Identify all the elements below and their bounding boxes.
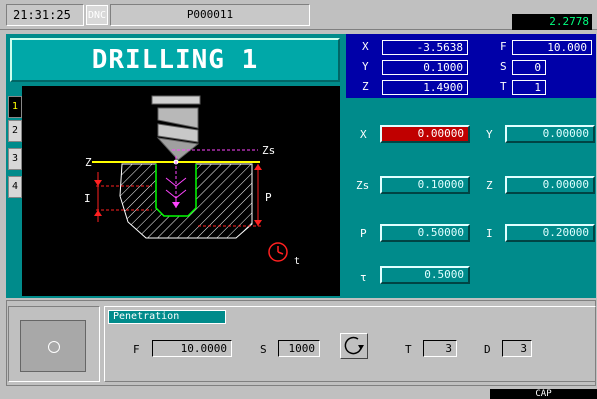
param-p-label: P [360, 227, 367, 240]
coord-x-label: X [362, 40, 369, 53]
graphic-z-label: Z [85, 156, 92, 169]
tab-4[interactable]: 4 [8, 176, 22, 198]
circle-icon [48, 341, 60, 353]
tab-3[interactable]: 3 [8, 148, 22, 170]
dwell-clock-icon [268, 242, 288, 262]
param-x-label: X [360, 128, 367, 141]
param-y-label: Y [486, 128, 493, 141]
coord-x-value: -3.5638 [382, 40, 468, 55]
dnc-badge: DNC [86, 5, 108, 25]
cycle-title: DRILLING 1 [10, 38, 340, 82]
coord-s-value: 0 [512, 60, 546, 75]
coord-t-value: 1 [512, 80, 546, 95]
rotation-arrow-icon [344, 336, 364, 355]
coord-z-value: 1.4900 [382, 80, 468, 95]
drilling-diagram [92, 95, 288, 262]
param-x-field[interactable]: 0.00000 [380, 125, 470, 143]
bottom-s-field[interactable]: 1000 [278, 340, 320, 357]
graphic-i-label: I [84, 192, 91, 205]
bottom-s-label: S [260, 343, 267, 356]
bottom-f-field[interactable]: 10.0000 [152, 340, 232, 357]
bottom-d-label: D [484, 343, 491, 356]
param-tau-field[interactable]: 0.5000 [380, 266, 470, 284]
param-i-label: I [486, 227, 493, 240]
bottom-d-field[interactable]: 3 [502, 340, 532, 357]
coord-y-label: Y [362, 60, 369, 73]
tab-1[interactable]: 1 [8, 96, 22, 118]
penetration-label: Penetration [108, 310, 226, 324]
program-number: P000011 [110, 4, 310, 26]
param-y-field[interactable]: 0.00000 [505, 125, 595, 143]
coord-s-label: S [500, 60, 507, 73]
bottom-f-label: F [133, 343, 140, 356]
coord-t-label: T [500, 80, 507, 93]
graphic-p-label: P [265, 191, 272, 204]
graphic-zs-label: Zs [262, 144, 276, 157]
tab-2[interactable]: 2 [8, 120, 22, 142]
param-tau-label: τ [360, 271, 367, 284]
workpiece-section [119, 163, 253, 239]
clock: 21:31:25 [6, 4, 84, 26]
coord-f-label: F [500, 40, 507, 53]
tool-icon-box[interactable] [20, 320, 86, 372]
bottom-t-field[interactable]: 3 [423, 340, 457, 357]
caps-indicator: CAP [490, 389, 597, 399]
drilling-graphic: Z Zs I P t [22, 86, 340, 296]
feed-display: 2.2778 [512, 14, 592, 30]
param-zs-field[interactable]: 0.10000 [380, 176, 470, 194]
param-p-field[interactable]: 0.50000 [380, 224, 470, 242]
param-z-field[interactable]: 0.00000 [505, 176, 595, 194]
param-i-field[interactable]: 0.20000 [505, 224, 595, 242]
graphic-tau-label: t [294, 256, 301, 267]
param-z-label: Z [486, 179, 493, 192]
bottom-t-label: T [405, 343, 412, 356]
spindle-direction-button[interactable] [340, 333, 368, 359]
coord-y-value: 0.1000 [382, 60, 468, 75]
param-zs-label: Zs [356, 179, 370, 192]
coord-z-label: Z [362, 80, 369, 93]
coord-f-value: 10.000 [512, 40, 592, 55]
